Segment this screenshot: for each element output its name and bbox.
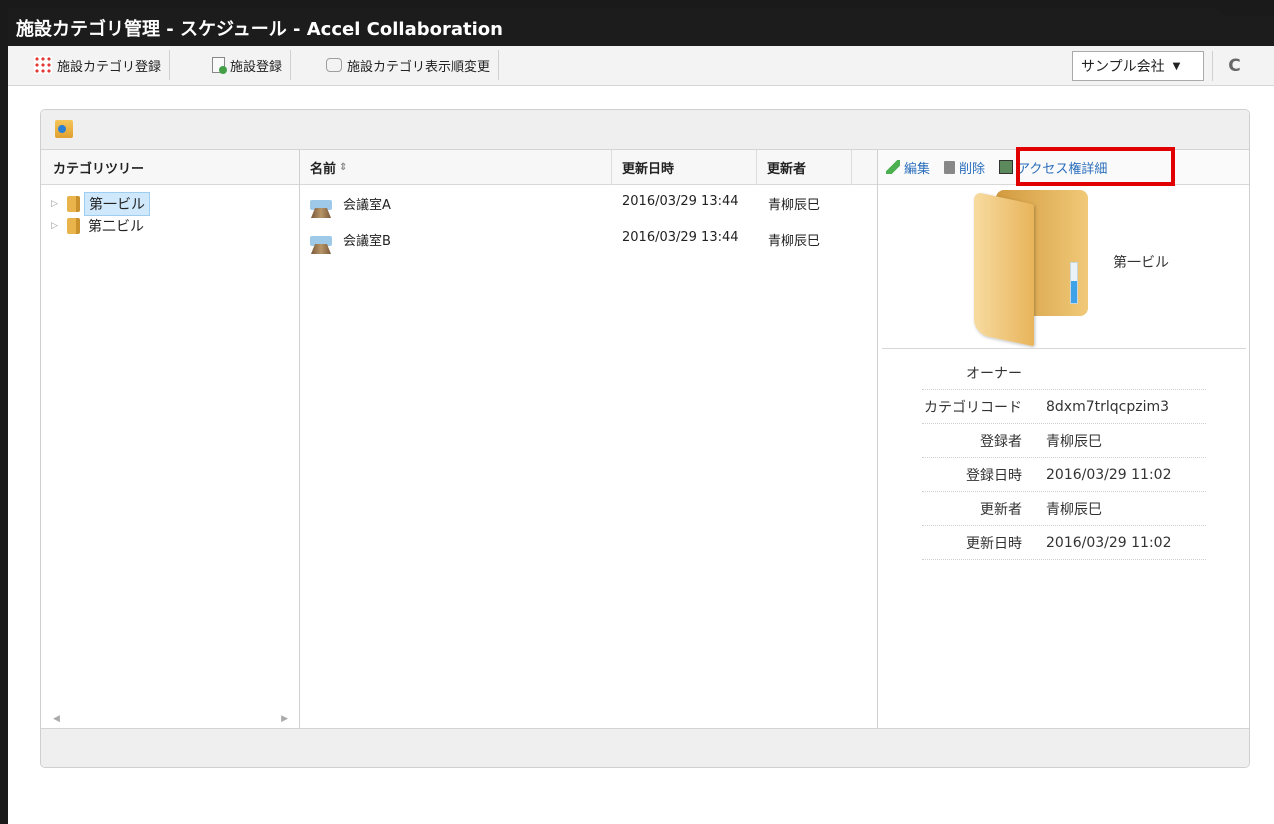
- category-tree: カテゴリツリー ▷ 第一ビル ▷ 第二ビル ◀ ▶: [41, 150, 300, 728]
- pencil-icon: [886, 160, 900, 174]
- usage-gauge-fill: [1071, 281, 1077, 303]
- window-frame-left: [0, 0, 8, 824]
- trash-icon: [944, 160, 956, 174]
- table-row[interactable]: 会議室A 2016/03/29 13:44 青柳辰巳: [300, 190, 878, 220]
- folder-large-icon: [974, 190, 1088, 347]
- property-row: 登録日時 2016/03/29 11:02: [922, 458, 1206, 492]
- facility-register-label: 施設登録: [230, 59, 283, 75]
- panel-header: [41, 110, 1249, 150]
- sort-order-icon: [326, 58, 342, 72]
- table-row[interactable]: 会議室B 2016/03/29 13:44 青柳辰巳: [300, 226, 878, 256]
- expand-icon[interactable]: ▷: [51, 221, 63, 231]
- tree-item-label: 第二ビル: [88, 219, 144, 235]
- grid-icon: [34, 56, 52, 74]
- property-row: カテゴリコード 8dxm7trlqcpzim3: [922, 390, 1206, 424]
- property-value: 8dxm7trlqcpzim3: [1046, 398, 1170, 415]
- property-value: 青柳辰巳: [1046, 501, 1102, 518]
- access-icon: [999, 160, 1014, 174]
- edit-label: 編集: [904, 161, 931, 177]
- detail-pane: 編集 削除 アクセス権詳細 第一ビル オーナー カテゴリコード 8dxm7trlq…: [878, 147, 1249, 728]
- facility-register-button[interactable]: 施設登録: [204, 50, 292, 80]
- delete-button[interactable]: 削除: [944, 158, 985, 177]
- chevron-down-icon: ▼: [1172, 60, 1181, 72]
- delete-label: 削除: [959, 161, 986, 177]
- window-frame-top: [0, 0, 1274, 8]
- meeting-room-icon: [308, 198, 334, 218]
- row-updated-by: 青柳辰巳: [768, 198, 821, 213]
- row-name: 会議室A: [343, 198, 391, 213]
- column-name-header[interactable]: 名前 ⇕: [300, 150, 612, 185]
- property-row: オーナー: [922, 356, 1206, 390]
- category-register-label: 施設カテゴリ登録: [57, 59, 162, 75]
- column-updated-by-header[interactable]: 更新者: [757, 150, 852, 185]
- category-register-button[interactable]: 施設カテゴリ登録: [26, 50, 171, 80]
- facility-list: 名前 ⇕ 更新日時 更新者 会議室A 2016/03/29 13:44 青柳辰巳…: [300, 150, 878, 728]
- scroll-left-icon[interactable]: ◀: [53, 714, 60, 724]
- panel-footer: [41, 728, 1249, 767]
- property-value: 2016/03/29 11:02: [1046, 466, 1172, 483]
- category-order-label: 施設カテゴリ表示順変更: [347, 59, 491, 75]
- category-order-button[interactable]: 施設カテゴリ表示順変更: [318, 50, 500, 80]
- property-row: 更新者 青柳辰巳: [922, 492, 1206, 526]
- property-row: 登録者 青柳辰巳: [922, 424, 1206, 458]
- scroll-right-icon[interactable]: ▶: [281, 714, 288, 724]
- edit-button[interactable]: 編集: [886, 158, 930, 177]
- property-key: 登録日時: [966, 467, 1022, 484]
- tree-item-building-1[interactable]: ▷ 第一ビル: [51, 192, 150, 216]
- tree-item-building-2[interactable]: ▷ 第二ビル: [51, 215, 148, 237]
- folder-icon: [67, 196, 80, 212]
- usage-gauge: [1070, 262, 1078, 304]
- column-name-label: 名前: [310, 162, 337, 177]
- sort-icon: ⇕: [339, 162, 348, 173]
- title-bar: 施設カテゴリ管理 - スケジュール - Accel Collaboration: [8, 8, 1274, 46]
- folder-name: 第一ビル: [1113, 255, 1169, 271]
- window-corner: [1214, 0, 1274, 16]
- property-value: 青柳辰巳: [1046, 433, 1102, 450]
- tree-header: カテゴリツリー: [41, 150, 299, 185]
- refresh-button[interactable]: C: [1212, 51, 1256, 81]
- expand-icon[interactable]: ▷: [51, 199, 63, 209]
- horizontal-scrollbar[interactable]: ◀ ▶: [41, 710, 300, 728]
- property-list: オーナー カテゴリコード 8dxm7trlqcpzim3 登録者 青柳辰巳 登録日時…: [922, 356, 1206, 560]
- column-updated-at-header[interactable]: 更新日時: [612, 150, 757, 185]
- page-title: 施設カテゴリ管理 - スケジュール - Accel Collaboration: [16, 19, 503, 40]
- list-header: 名前 ⇕ 更新日時 更新者: [300, 150, 877, 185]
- property-value: 2016/03/29 11:02: [1046, 534, 1172, 551]
- row-updated-at: 2016/03/29 13:44: [622, 230, 739, 245]
- company-select-value: サンプル会社: [1081, 59, 1165, 75]
- property-key: 更新日時: [966, 535, 1022, 552]
- row-name: 会議室B: [343, 234, 391, 249]
- property-key: オーナー: [966, 365, 1022, 382]
- company-select[interactable]: サンプル会社 ▼: [1072, 51, 1204, 81]
- row-updated-by: 青柳辰巳: [768, 234, 821, 249]
- document-add-icon: [212, 57, 227, 74]
- access-detail-label: アクセス権詳細: [1017, 161, 1108, 177]
- tree-item-label: 第一ビル: [84, 192, 150, 216]
- folder-icon: [67, 218, 80, 234]
- property-key: 更新者: [980, 501, 1022, 518]
- property-key: カテゴリコード: [924, 399, 1022, 416]
- category-panel: カテゴリツリー ▷ 第一ビル ▷ 第二ビル ◀ ▶ 名前 ⇕ 更新日時 更新者 …: [40, 109, 1250, 768]
- property-row: 更新日時 2016/03/29 11:02: [922, 526, 1206, 560]
- detail-actions: 編集 削除 アクセス権詳細: [878, 147, 1249, 186]
- access-detail-button[interactable]: アクセス権詳細: [999, 158, 1107, 177]
- divider: [882, 348, 1246, 349]
- refresh-icon: C: [1228, 56, 1241, 76]
- toolbar: 施設カテゴリ登録 施設登録 施設カテゴリ表示順変更 サンプル会社 ▼ C: [8, 46, 1274, 86]
- row-updated-at: 2016/03/29 13:44: [622, 194, 739, 209]
- meeting-room-icon: [308, 234, 334, 254]
- folder-up-icon[interactable]: [55, 120, 73, 138]
- property-key: 登録者: [980, 433, 1022, 450]
